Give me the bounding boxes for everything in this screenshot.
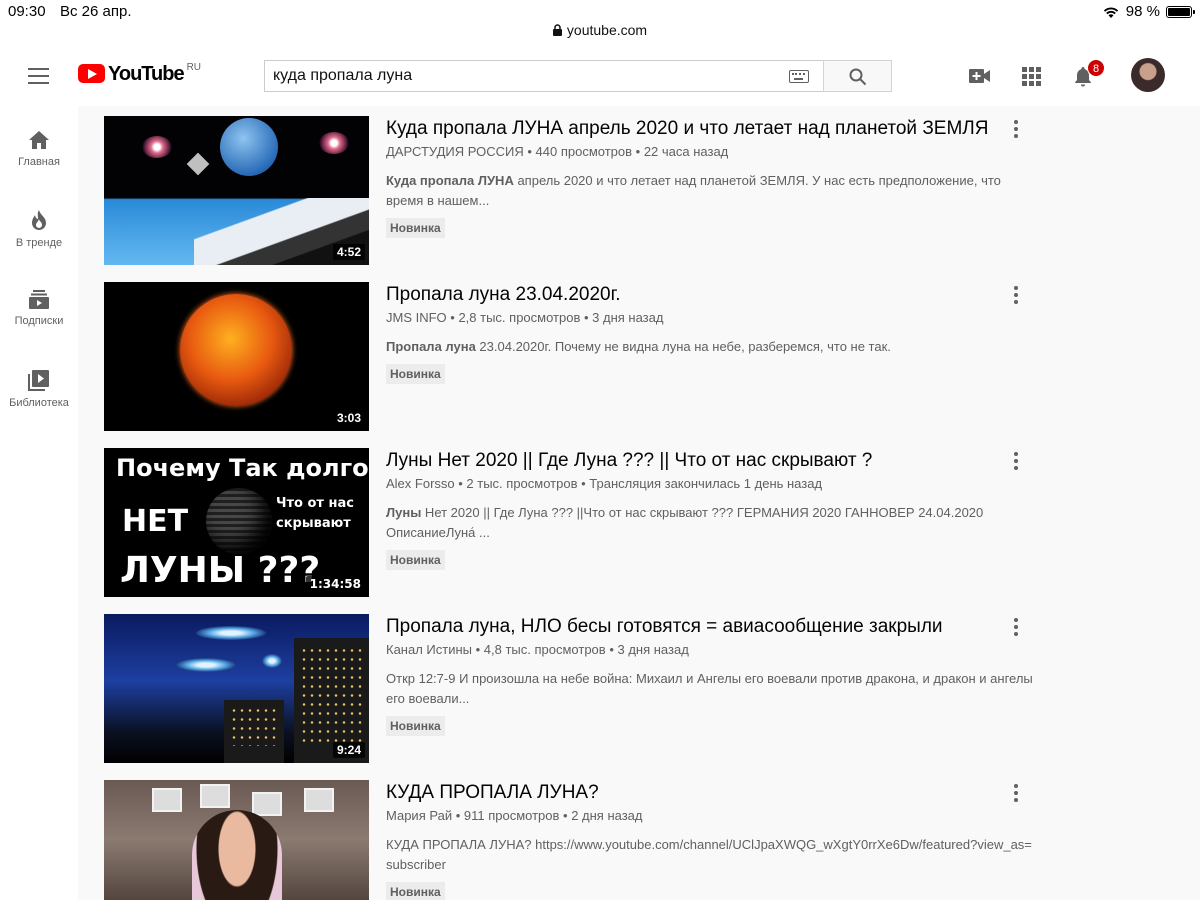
view-count: 2 тыс. просмотров <box>466 476 578 491</box>
masthead: YouTube RU куда пропала луна 8 <box>0 46 1200 106</box>
video-duration: 9:24 <box>332 742 365 758</box>
date: Вс 26 апр. <box>60 3 132 20</box>
video-title[interactable]: Пропала луна 23.04.2020г. <box>386 282 1036 307</box>
search-button[interactable] <box>823 60 892 92</box>
new-badge: Новинка <box>386 716 445 736</box>
video-title[interactable]: КУДА ПРОПАЛА ЛУНА? <box>386 780 1036 805</box>
view-count: 4,8 тыс. просмотров <box>483 642 606 657</box>
more-actions-icon[interactable] <box>1009 286 1023 306</box>
video-result[interactable]: 4:52 Куда пропала ЛУНА апрель 2020 и что… <box>104 116 1044 266</box>
video-title[interactable]: Куда пропала ЛУНА апрель 2020 и что лета… <box>386 116 1036 141</box>
video-title[interactable]: Луны Нет 2020 || Где Луна ??? || Что от … <box>386 448 1036 473</box>
video-description: Луны Нет 2020 || Где Луна ??? ||Что от н… <box>386 505 984 540</box>
new-badge: Новинка <box>386 882 445 900</box>
lock-icon <box>552 24 562 36</box>
sidebar-item-library[interactable]: Библиотека <box>0 369 78 409</box>
clock: 09:30 <box>8 3 46 20</box>
video-thumbnail[interactable] <box>104 780 369 900</box>
upload-age: 22 часа назад <box>643 144 729 159</box>
url-bar[interactable]: youtube.com <box>0 22 1200 46</box>
wifi-icon <box>1103 7 1118 18</box>
keyboard-icon[interactable] <box>789 70 809 83</box>
sidebar-item-label: Главная <box>18 156 60 168</box>
logo-wordmark: YouTube <box>108 63 185 85</box>
thumbnail-text: НЕТ <box>122 504 189 539</box>
menu-icon[interactable] <box>28 68 49 84</box>
mini-guide-sidebar: Главная В тренде Подписки Библиотека <box>0 106 78 900</box>
video-metadata: Мария Рай • 911 просмотров • 2 дня назад <box>386 808 643 823</box>
library-icon <box>28 370 49 391</box>
video-metadata: ДАРСТУДИЯ РОССИЯ • 440 просмотров • 22 ч… <box>386 144 729 159</box>
video-thumbnail[interactable]: Почему Так долго НЕТ Что от нас скрывают … <box>104 448 369 597</box>
video-duration: 1:34:58 <box>305 576 365 592</box>
video-result[interactable]: 9:24 Пропала луна, НЛО бесы готовятся = … <box>104 614 1044 764</box>
video-description: Откр 12:7-9 И произошла на небе война: М… <box>386 671 1033 706</box>
apps-grid-icon[interactable] <box>1022 67 1041 86</box>
video-title[interactable]: Пропала луна, НЛО бесы готовятся = авиас… <box>386 614 1036 639</box>
notification-count-badge: 8 <box>1087 59 1105 77</box>
video-result[interactable]: Почему Так долго НЕТ Что от нас скрывают … <box>104 448 1044 598</box>
sidebar-item-label: В тренде <box>15 237 63 249</box>
subscriptions-icon <box>29 290 49 309</box>
upload-age: Трансляция закончилась 1 день назад <box>589 476 823 491</box>
battery-icon <box>1166 5 1195 18</box>
flame-icon <box>32 210 46 230</box>
more-actions-icon[interactable] <box>1009 618 1023 638</box>
new-badge: Новинка <box>386 364 445 384</box>
video-metadata: Alex Forsso • 2 тыс. просмотров • Трансл… <box>386 476 823 491</box>
channel-name[interactable]: Канал Истины <box>386 642 472 657</box>
play-logo-icon <box>78 64 105 83</box>
more-actions-icon[interactable] <box>1009 452 1023 472</box>
battery-percent: 98 % <box>1125 3 1160 20</box>
youtube-logo[interactable]: YouTube RU <box>78 62 202 85</box>
view-count: 440 просмотров <box>535 144 633 159</box>
more-actions-icon[interactable] <box>1009 120 1023 140</box>
view-count: 911 просмотров <box>463 808 560 823</box>
upload-age: 3 дня назад <box>617 642 689 657</box>
video-result[interactable]: КУДА ПРОПАЛА ЛУНА? Мария Рай • 911 просм… <box>104 780 1044 900</box>
video-description: КУДА ПРОПАЛА ЛУНА? https://www.youtube.c… <box>386 837 1032 872</box>
video-duration: 3:03 <box>332 410 365 426</box>
view-count: 2,8 тыс. просмотров <box>458 310 581 325</box>
search-icon <box>849 68 867 86</box>
channel-name[interactable]: Alex Forsso <box>386 476 455 491</box>
upload-age: 2 дня назад <box>571 808 643 823</box>
sidebar-item-trending[interactable]: В тренде <box>0 209 78 249</box>
video-thumbnail[interactable]: 9:24 <box>104 614 369 763</box>
sidebar-item-home[interactable]: Главная <box>0 130 78 168</box>
video-duration: 4:52 <box>332 244 365 260</box>
search-results-list: 4:52 Куда пропала ЛУНА апрель 2020 и что… <box>78 106 1200 900</box>
disco-moon-image <box>206 488 272 554</box>
thumbnail-text: ЛУНЫ ??? <box>120 550 321 591</box>
ios-status-bar: 09:30 Вс 26 апр. 98 % <box>0 0 1200 22</box>
new-badge: Новинка <box>386 218 445 238</box>
video-description: Куда пропала ЛУНА апрель 2020 и что лета… <box>386 173 1001 208</box>
search-input[interactable]: куда пропала луна <box>264 60 823 92</box>
status-indicators: 98 % <box>1102 3 1195 20</box>
video-metadata: JMS INFO • 2,8 тыс. просмотров • 3 дня н… <box>386 310 664 325</box>
more-actions-icon[interactable] <box>1009 784 1023 804</box>
upload-age: 3 дня назад <box>592 310 664 325</box>
new-badge: Новинка <box>386 550 445 570</box>
video-result[interactable]: 3:03 Пропала луна 23.04.2020г. JMS INFO … <box>104 282 1044 432</box>
logo-country-code: RU <box>186 62 202 73</box>
video-metadata: Канал Истины • 4,8 тыс. просмотров • 3 д… <box>386 642 689 657</box>
channel-name[interactable]: Мария Рай <box>386 808 452 823</box>
home-icon <box>29 131 49 149</box>
create-video-icon[interactable] <box>969 68 991 84</box>
sidebar-item-label: Подписки <box>14 315 64 327</box>
channel-name[interactable]: ДАРСТУДИЯ РОССИЯ <box>386 144 524 159</box>
avatar[interactable] <box>1131 58 1165 92</box>
video-thumbnail[interactable]: 3:03 <box>104 282 369 431</box>
channel-name[interactable]: JMS INFO <box>386 310 447 325</box>
thumbnail-text: Что от нас скрывают <box>276 496 354 531</box>
video-thumbnail[interactable]: 4:52 <box>104 116 369 265</box>
sidebar-item-subscriptions[interactable]: Подписки <box>0 289 78 327</box>
video-description: Пропала луна 23.04.2020г. Почему не видн… <box>386 339 891 354</box>
url-text: youtube.com <box>566 22 648 38</box>
sidebar-item-label: Библиотека <box>9 397 69 409</box>
presenter-image <box>192 810 282 900</box>
thumbnail-text: Почему Так долго <box>116 454 369 482</box>
